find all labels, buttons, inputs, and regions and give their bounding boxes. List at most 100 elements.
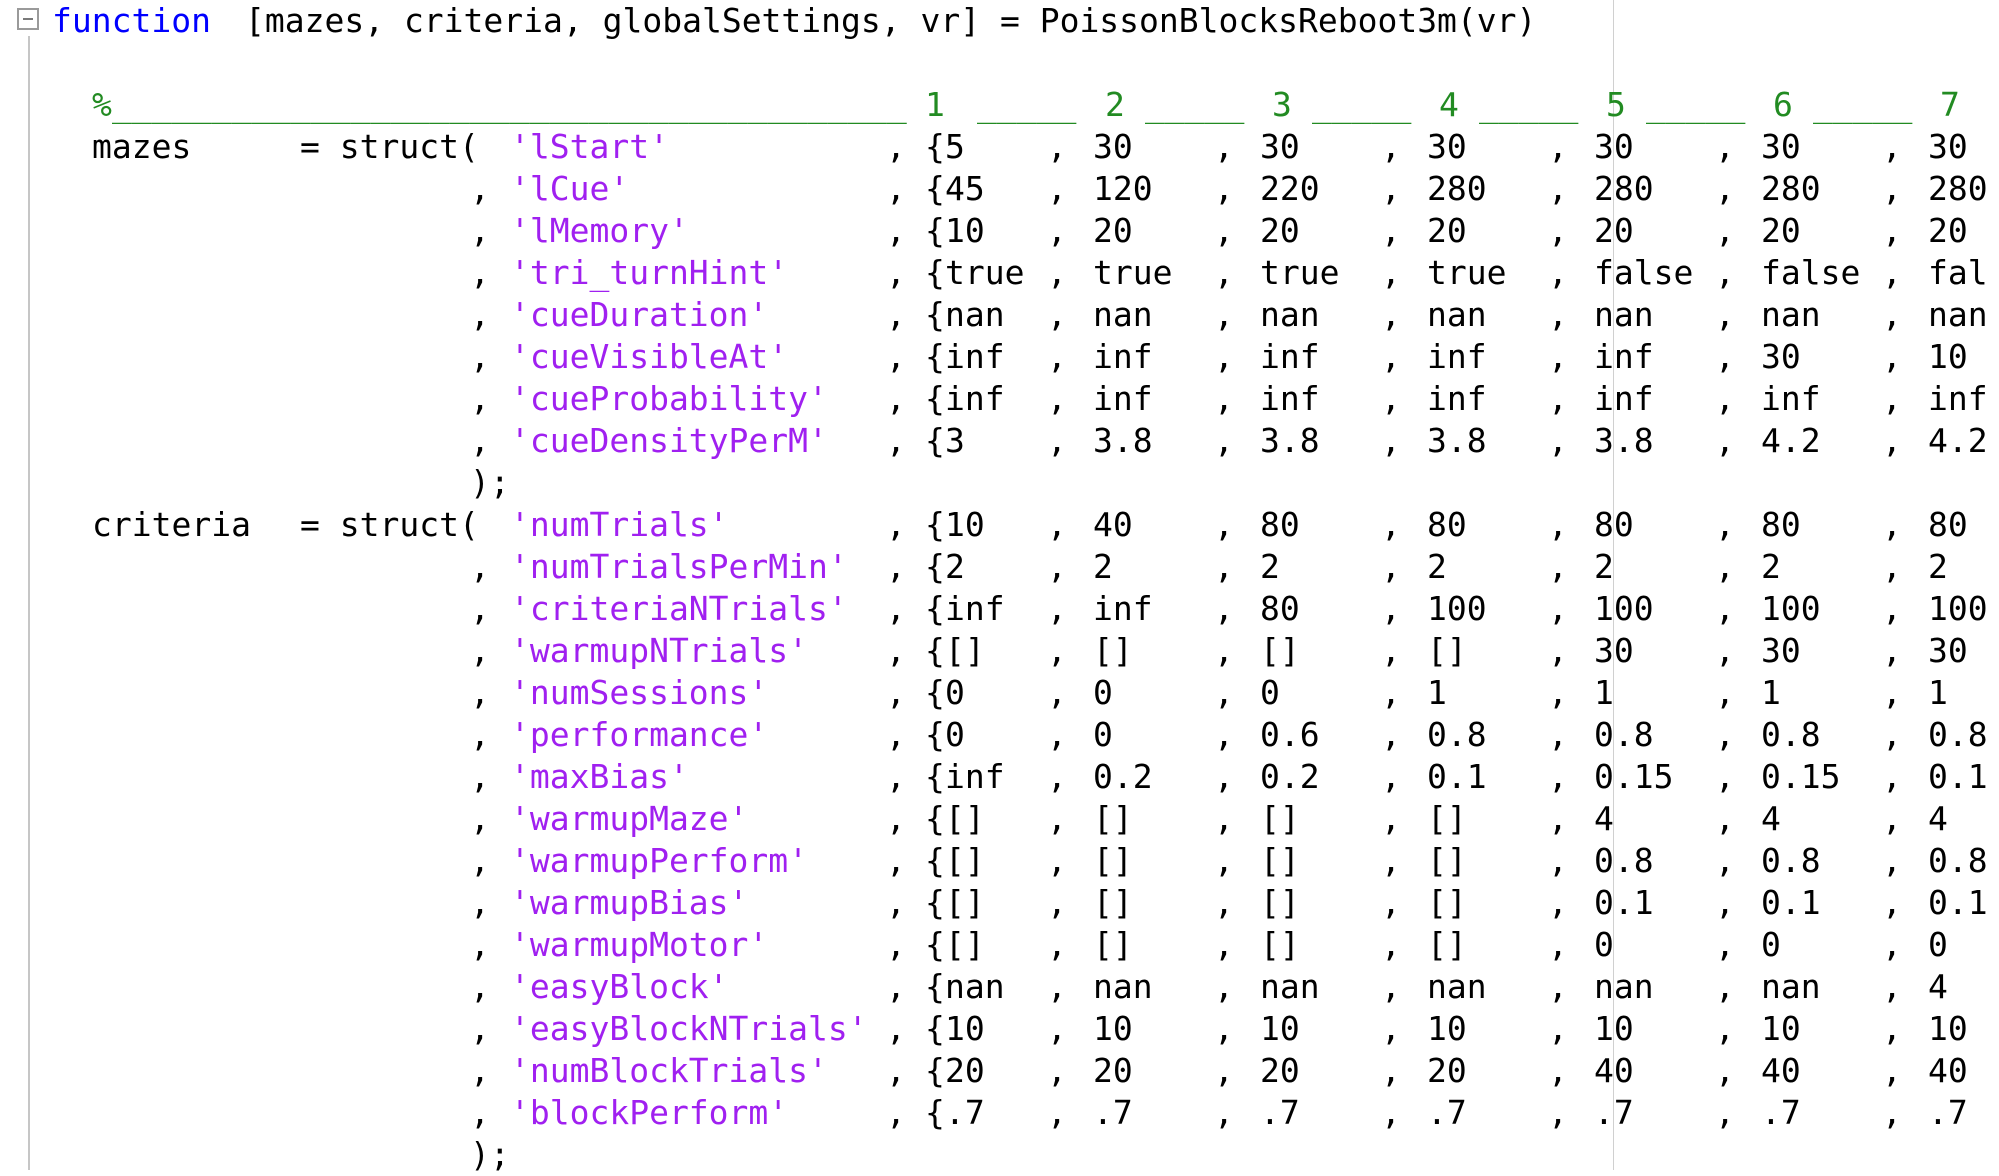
field-value: 0.1 (1928, 883, 1988, 922)
value-separator-comma: , (1214, 1093, 1234, 1132)
value-separator-comma: , (1214, 589, 1234, 628)
fold-toggle-icon[interactable] (17, 8, 39, 30)
field-separator-comma: , (886, 757, 906, 796)
cell-open-brace: { (925, 1051, 945, 1090)
value-separator-comma: , (1047, 799, 1067, 838)
field-value: 20 (1761, 211, 1801, 250)
field-value: .7 (1928, 1093, 1968, 1132)
field-value: 280 (1427, 169, 1487, 208)
cell-open-brace: { (925, 841, 945, 880)
value-separator-comma: , (1214, 505, 1234, 544)
field-value: false (1761, 253, 1861, 292)
field-value: 30 (1594, 631, 1634, 670)
field-separator-comma: , (470, 211, 490, 250)
cell-open-brace: { (925, 925, 945, 964)
value-separator-comma: , (1214, 883, 1234, 922)
field-value: nan (1093, 967, 1153, 1006)
field-separator-comma: , (470, 967, 490, 1006)
field-value: nan (1761, 295, 1821, 334)
value-separator-comma: , (1715, 757, 1735, 796)
value-separator-comma: , (1548, 967, 1568, 1006)
field-separator-comma: , (470, 799, 490, 838)
value-separator-comma: , (1381, 715, 1401, 754)
field-value: 3.8 (1093, 421, 1153, 460)
value-separator-comma: , (1715, 127, 1735, 166)
field-value: 280 (1761, 169, 1821, 208)
field-key-string: 'numBlockTrials' (510, 1051, 828, 1090)
field-value: [] (1260, 883, 1300, 922)
value-separator-comma: , (1715, 379, 1735, 418)
comment-underscore-run: _____ (977, 85, 1077, 124)
value-separator-comma: , (1882, 757, 1902, 796)
field-value: 80 (1928, 505, 1968, 544)
field-key-string: 'warmupMaze' (510, 799, 749, 838)
cell-open-brace: { (925, 337, 945, 376)
field-value: 120 (1093, 169, 1153, 208)
field-value: 220 (1260, 169, 1320, 208)
field-value: 1 (1594, 673, 1614, 712)
function-keyword: function (52, 1, 211, 40)
field-value: nan (1260, 967, 1320, 1006)
field-value: .7 (1761, 1093, 1801, 1132)
code-editor[interactable]: function [mazes, criteria, globalSettings… (0, 0, 1999, 1174)
field-separator-comma: , (470, 547, 490, 586)
field-value: nan (945, 295, 1005, 334)
value-separator-comma: , (1381, 547, 1401, 586)
field-value: 3 (945, 421, 965, 460)
value-separator-comma: , (1548, 673, 1568, 712)
field-value: true (945, 253, 1025, 292)
field-value: [] (1427, 631, 1467, 670)
field-separator-comma: , (470, 883, 490, 922)
field-value: 280 (1928, 169, 1988, 208)
field-value: nan (1093, 295, 1153, 334)
field-value: 80 (1260, 505, 1300, 544)
field-value: 4.2 (1928, 421, 1988, 460)
value-separator-comma: , (1381, 673, 1401, 712)
field-value: [] (945, 925, 985, 964)
field-value: nan (1260, 295, 1320, 334)
value-separator-comma: , (1214, 253, 1234, 292)
value-separator-comma: , (1214, 211, 1234, 250)
field-separator-comma: , (886, 1093, 906, 1132)
field-value: nan (1427, 295, 1487, 334)
value-separator-comma: , (1548, 547, 1568, 586)
field-value: 100 (1427, 589, 1487, 628)
field-value: 3.8 (1594, 421, 1654, 460)
value-separator-comma: , (1548, 841, 1568, 880)
field-value: 30 (1594, 127, 1634, 166)
field-value: 10 (1260, 1009, 1300, 1048)
field-value: 3.8 (1427, 421, 1487, 460)
value-separator-comma: , (1214, 967, 1234, 1006)
value-separator-comma: , (1047, 757, 1067, 796)
field-value: 0 (1093, 673, 1113, 712)
field-value: 10 (1928, 1009, 1968, 1048)
value-separator-comma: , (1882, 295, 1902, 334)
value-separator-comma: , (1882, 1051, 1902, 1090)
field-separator-comma: , (886, 421, 906, 460)
field-separator-comma: , (886, 883, 906, 922)
field-value: inf (1594, 379, 1654, 418)
field-value: 0.15 (1761, 757, 1841, 796)
value-separator-comma: , (1548, 253, 1568, 292)
field-key-string: 'cueVisibleAt' (510, 337, 789, 376)
code-folding-gutter (28, 36, 30, 1170)
field-value: [] (1260, 841, 1300, 880)
field-separator-comma: , (470, 1093, 490, 1132)
field-value: inf (1594, 337, 1654, 376)
field-key-string: 'warmupNTrials' (510, 631, 809, 670)
field-separator-comma: , (886, 295, 906, 334)
field-value: 40 (1093, 505, 1133, 544)
field-value: 80 (1260, 589, 1300, 628)
comment-column-number: 6 (1773, 85, 1793, 124)
field-value: 0.8 (1761, 715, 1821, 754)
field-separator-comma: , (886, 841, 906, 880)
field-key-string: 'criteriaNTrials' (510, 589, 848, 628)
field-value: 20 (1260, 1051, 1300, 1090)
value-separator-comma: , (1047, 1093, 1067, 1132)
cell-open-brace: { (925, 127, 945, 166)
field-separator-comma: , (470, 589, 490, 628)
value-separator-comma: , (1882, 169, 1902, 208)
value-separator-comma: , (1047, 589, 1067, 628)
value-separator-comma: , (1381, 841, 1401, 880)
value-separator-comma: , (1882, 799, 1902, 838)
